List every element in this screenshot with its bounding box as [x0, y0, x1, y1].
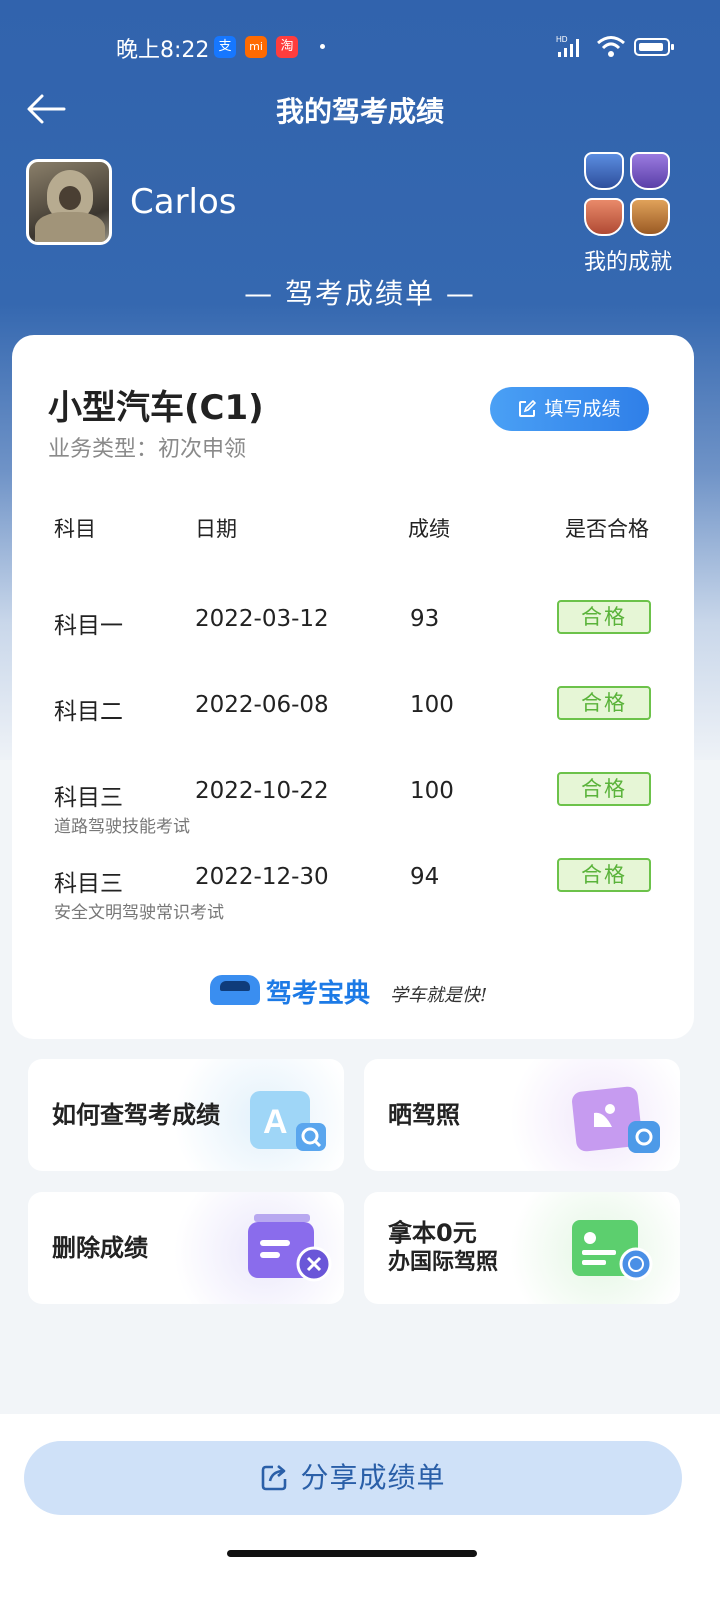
- taobao-icon: 淘: [276, 36, 298, 58]
- intl-license-icon: [572, 1220, 653, 1281]
- row-score: 93: [410, 606, 440, 632]
- status-bar: 晚上8:22 支 mi 淘 HD: [0, 0, 720, 96]
- table-row: 科目三 安全文明驾驶常识考试 2022-12-30 94 合格: [12, 858, 694, 944]
- row-score: 100: [410, 692, 454, 718]
- vehicle-type: 小型汽车(C1): [48, 388, 264, 428]
- col-header-pass: 是否合格: [565, 517, 649, 541]
- delete-record-icon: [248, 1214, 332, 1282]
- achievement-badges[interactable]: [584, 152, 672, 240]
- mi-icon: mi: [245, 36, 267, 58]
- pass-badge: 合格: [557, 686, 651, 720]
- share-score-label: 分享成绩单: [300, 1461, 446, 1494]
- badge-icon: [630, 198, 670, 236]
- row-subject: 科目二: [54, 699, 123, 725]
- svg-text:A: A: [263, 1103, 288, 1141]
- alipay-icon: 支: [214, 36, 236, 58]
- svg-text:HD: HD: [556, 35, 568, 44]
- signal-icon: HD: [556, 35, 579, 57]
- score-card: 小型汽车(C1) 业务类型：初次申领 填写成绩 科目 日期 成绩 是否合格 科目…: [12, 335, 694, 1039]
- row-date: 2022-03-12: [195, 606, 329, 632]
- delete-score-tile[interactable]: 删除成绩: [28, 1192, 344, 1304]
- pass-badge: 合格: [557, 858, 651, 892]
- badge-icon: [584, 152, 624, 190]
- more-notifications-dot: [320, 44, 325, 49]
- row-subject-note: 道路驾驶技能考试: [54, 817, 190, 837]
- page-title: 我的驾考成绩: [275, 95, 444, 128]
- avatar[interactable]: [26, 159, 112, 245]
- photo-share-icon: [572, 1086, 660, 1153]
- badge-icon: [630, 152, 670, 190]
- sheet-title: — 驾考成绩单 —: [244, 277, 476, 310]
- row-subject: 科目一: [54, 613, 123, 639]
- home-indicator[interactable]: [227, 1550, 477, 1557]
- brand-slogan: 学车就是快!: [390, 985, 488, 1006]
- row-subject: 科目三: [54, 871, 123, 897]
- status-time: 晚上8:22: [116, 38, 210, 63]
- business-type: 业务类型：初次申领: [48, 437, 247, 462]
- share-license-tile[interactable]: 晒驾照: [364, 1059, 680, 1171]
- table-row: 科目三 道路驾驶技能考试 2022-10-22 100 合格: [12, 772, 694, 858]
- row-subject: 科目三: [54, 785, 123, 811]
- car-logo-icon: [210, 975, 260, 1005]
- brand-name: 驾考宝典: [266, 979, 371, 1009]
- search-doc-icon: A: [250, 1091, 326, 1151]
- tile-label: 删除成绩: [52, 1234, 148, 1262]
- tile-label: 晒驾照: [388, 1101, 460, 1129]
- table-row: 科目二 2022-06-08 100 合格: [12, 686, 694, 772]
- fill-score-button[interactable]: 填写成绩: [490, 387, 649, 431]
- tile-label-line1: 拿本0元: [388, 1219, 477, 1247]
- pass-badge: 合格: [557, 772, 651, 806]
- share-icon: [262, 1465, 287, 1491]
- how-to-check-score-tile[interactable]: 如何查驾考成绩 A: [28, 1059, 344, 1171]
- share-score-button[interactable]: 分享成绩单: [24, 1441, 682, 1515]
- edit-icon: [519, 400, 537, 417]
- brand-logo: 驾考宝典 学车就是快!: [210, 971, 510, 1011]
- row-score: 94: [410, 864, 440, 890]
- pass-badge: 合格: [557, 600, 651, 634]
- row-subject-note: 安全文明驾驶常识考试: [54, 903, 224, 923]
- row-date: 2022-12-30: [195, 864, 329, 890]
- battery-icon: [634, 38, 674, 56]
- col-header-date: 日期: [195, 517, 237, 541]
- tile-label-line2: 办国际驾照: [388, 1250, 499, 1275]
- tile-label: 如何查驾考成绩: [52, 1101, 220, 1129]
- badge-icon: [584, 198, 624, 236]
- row-date: 2022-10-22: [195, 778, 329, 804]
- table-row: 科目一 2022-03-12 93 合格: [12, 600, 694, 686]
- row-date: 2022-06-08: [195, 692, 329, 718]
- col-header-score: 成绩: [408, 517, 450, 541]
- wifi-icon: [597, 36, 625, 57]
- fill-score-label: 填写成绩: [544, 398, 621, 420]
- row-score: 100: [410, 778, 454, 804]
- intl-license-tile[interactable]: 拿本0元 办国际驾照: [364, 1192, 680, 1304]
- col-header-subject: 科目: [54, 517, 96, 541]
- user-name: Carlos: [130, 182, 237, 222]
